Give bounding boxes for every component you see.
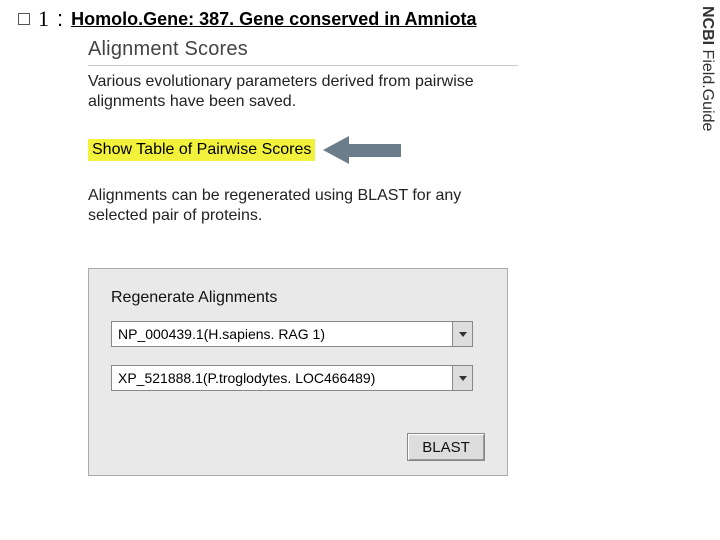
section-divider [88, 65, 518, 66]
arrow-callout [323, 136, 401, 164]
blast-button-label: BLAST [422, 439, 470, 456]
blast-button[interactable]: BLAST [407, 433, 485, 461]
protein-select-2[interactable]: XP_521888.1(P.troglodytes. LOC466489) [111, 365, 473, 391]
protein-select-1-value: NP_000439.1(H.sapiens. RAG 1) [111, 321, 453, 347]
sidebar-brand: NCBI Field.Guide [698, 6, 716, 131]
show-table-link[interactable]: Show Table of Pairwise Scores [88, 139, 315, 161]
sidebar-bold: NCBI [699, 6, 716, 45]
result-header: 1 : Homolo.Gene: 387. Gene conserved in … [18, 6, 477, 32]
result-title-link[interactable]: Homolo.Gene: 387. Gene conserved in Amni… [71, 9, 476, 30]
panel-title: Regenerate Alignments [111, 289, 485, 307]
result-checkbox[interactable] [18, 13, 30, 25]
chevron-down-icon [459, 332, 467, 337]
result-index: 1 [38, 6, 49, 32]
regenerate-panel: Regenerate Alignments NP_000439.1(H.sapi… [88, 268, 508, 476]
highlight-row: Show Table of Pairwise Scores [88, 136, 518, 164]
alignment-section: Alignment Scores Various evolutionary pa… [88, 38, 518, 226]
regen-text: Alignments can be regenerated using BLAS… [88, 186, 468, 226]
section-heading: Alignment Scores [88, 38, 518, 61]
arrow-shaft [347, 144, 401, 157]
section-intro: Various evolutionary parameters derived … [88, 72, 498, 112]
result-colon: : [57, 6, 63, 32]
protein-select-2-dropdown[interactable] [453, 365, 473, 391]
protein-select-2-value: XP_521888.1(P.troglodytes. LOC466489) [111, 365, 453, 391]
protein-select-1[interactable]: NP_000439.1(H.sapiens. RAG 1) [111, 321, 473, 347]
chevron-down-icon [459, 376, 467, 381]
result-title-text: Homolo.Gene: 387. Gene conserved in Amni… [71, 9, 476, 29]
arrow-left-icon [323, 136, 349, 164]
protein-select-1-dropdown[interactable] [453, 321, 473, 347]
sidebar-light: Field.Guide [699, 45, 716, 131]
